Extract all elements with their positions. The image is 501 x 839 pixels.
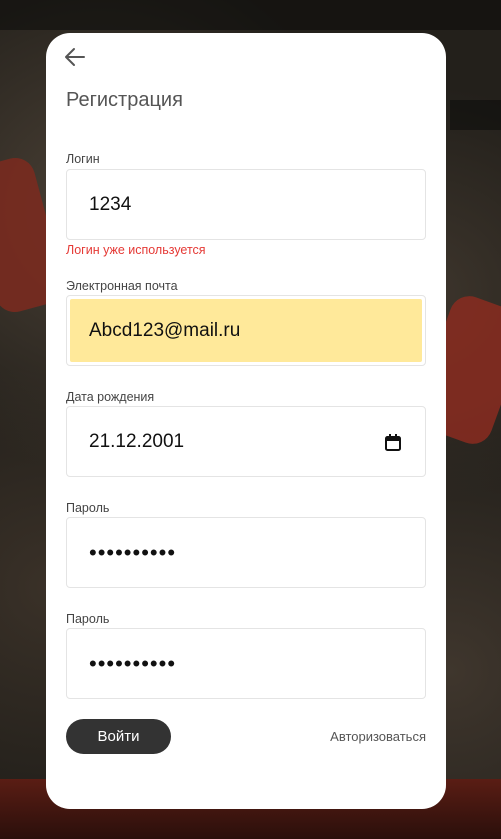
password-label: Пароль [66,501,110,515]
login-field[interactable]: 1234 [66,169,426,240]
birthdate-field[interactable]: 21.12.2001 [66,406,426,477]
birthdate-label: Дата рождения [66,390,155,404]
email-value: Abcd123@mail.ru [89,319,241,341]
authorize-link[interactable]: Авторизоваться [330,729,426,744]
login-label: Логин [66,152,100,166]
password-confirm-label: Пароль [66,612,110,626]
email-field[interactable]: Abcd123@mail.ru [66,295,426,366]
password-value: •••••••••• [89,539,177,565]
arrow-left-icon[interactable] [64,47,86,67]
login-error-message: Логин уже используется [66,243,206,257]
password-confirm-field[interactable]: •••••••••• [66,628,426,699]
background-stripe [0,0,501,30]
login-value: 1234 [89,193,132,215]
birthdate-value: 21.12.2001 [89,430,185,452]
login-button[interactable]: Войти [66,719,171,754]
password-field[interactable]: •••••••••• [66,517,426,588]
page-title: Регистрация [66,89,183,111]
password-confirm-value: •••••••••• [89,650,177,676]
email-label: Электронная почта [66,279,178,293]
background-stripe [450,100,501,130]
calendar-icon[interactable] [385,434,401,451]
registration-card: Регистрация Логин 1234 Логин уже использ… [46,33,446,809]
